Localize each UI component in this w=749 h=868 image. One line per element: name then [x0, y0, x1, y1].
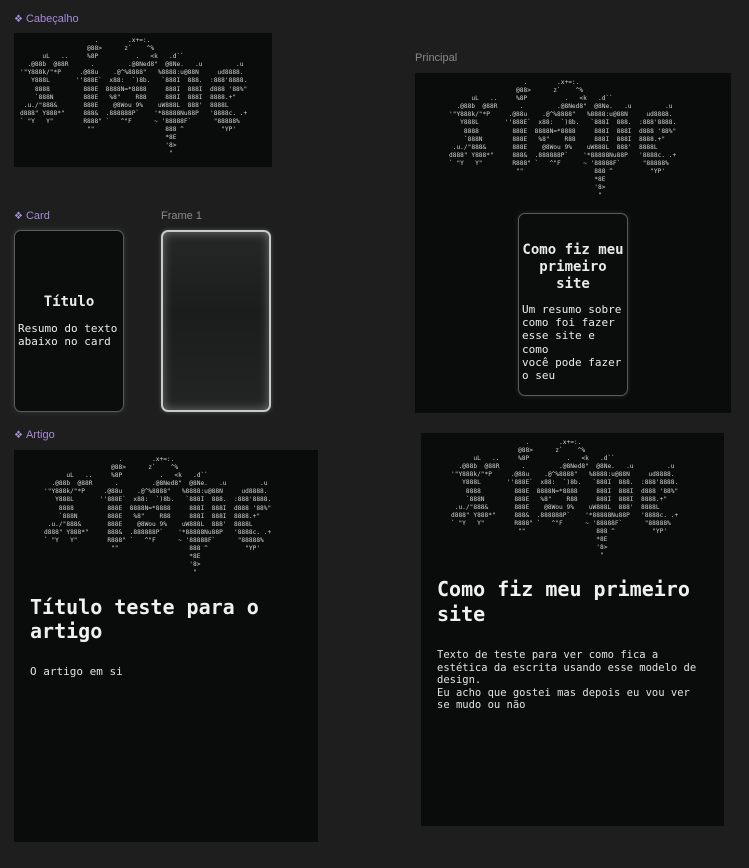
principal-frame[interactable]: . .x+=:. @88> z` ^% uL .. %8P . <k .d`` … [415, 73, 731, 413]
ascii-logo: . .x+=:. @88> z` ^% uL .. %8P . <k .d`` … [20, 37, 248, 158]
card-body: Resumo do texto abaixo no card [18, 322, 118, 348]
card-component-label[interactable]: ❖ Card [14, 209, 50, 224]
principal-frame-label[interactable]: Principal [415, 51, 457, 65]
frame1-label[interactable]: Frame 1 [161, 209, 202, 223]
principal-card[interactable]: Como fiz meu primeiro site Um resumo sob… [518, 213, 628, 396]
artigo-component-label[interactable]: ❖ Artigo [14, 428, 55, 443]
cabecalho-component-label[interactable]: ❖ Cabeçalho [14, 12, 79, 27]
cabecalho-frame[interactable]: . .x+=:. @88> z` ^% uL .. %8P . <k .d`` … [14, 33, 272, 167]
ascii-logo: . .x+=:. @88> z` ^% uL .. %8P . <k .d`` … [451, 439, 679, 560]
card-component[interactable]: Título Resumo do texto abaixo no card [14, 230, 124, 412]
ascii-logo: . .x+=:. @88> z` ^% uL .. %8P . <k .d`` … [449, 79, 677, 200]
ascii-logo: . .x+=:. @88> z` ^% uL .. %8P . <k .d`` … [44, 456, 272, 577]
card-title: Como fiz meu primeiro site [522, 242, 624, 292]
post-frame[interactable]: . .x+=:. @88> z` ^% uL .. %8P . <k .d`` … [421, 433, 724, 826]
component-icon: ❖ [14, 14, 23, 25]
article-body: O artigo em si [30, 665, 123, 678]
card-body: Um resumo sobre como foi fazer esse site… [522, 303, 622, 383]
article-title: Título teste para o artigo [30, 595, 259, 643]
post-title: Como fiz meu primeiro site [437, 577, 690, 626]
card-title: Título [43, 294, 95, 310]
artigo-frame[interactable]: . .x+=:. @88> z` ^% uL .. %8P . <k .d`` … [14, 450, 318, 842]
component-icon: ❖ [14, 211, 23, 222]
component-icon: ❖ [14, 430, 23, 441]
post-body: Texto de teste para ver como fica a esté… [437, 649, 697, 712]
frame1-glass-card[interactable] [161, 230, 271, 412]
